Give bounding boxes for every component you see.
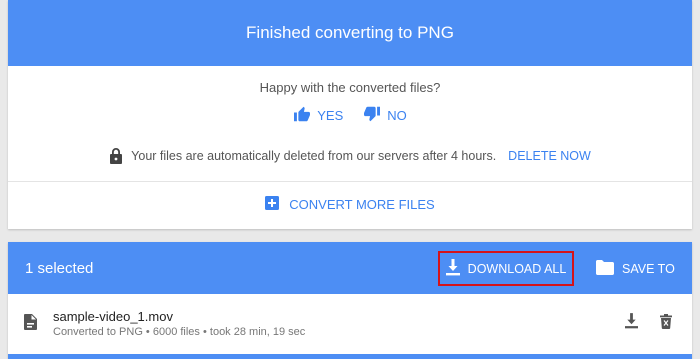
no-button[interactable]: NO <box>363 106 407 125</box>
auto-delete-notice: Your files are automatically deleted fro… <box>8 147 692 164</box>
file-icon <box>24 314 37 335</box>
no-label: NO <box>387 108 407 123</box>
folder-icon <box>596 259 614 278</box>
feedback-question: Happy with the converted files? <box>259 80 441 95</box>
trash-icon[interactable] <box>660 314 672 334</box>
plus-box-icon <box>265 196 280 213</box>
result-title: Finished converting to PNG <box>246 23 454 42</box>
files-card: 1 selected DOWNLOAD ALL SAVE TO sample-v… <box>8 242 692 359</box>
conversion-result-card: Finished converting to PNG Happy with th… <box>8 0 692 229</box>
convert-more-files-button[interactable]: CONVERT MORE FILES <box>8 196 692 213</box>
download-icon <box>445 258 460 279</box>
feedback-buttons: YES NO <box>8 106 692 125</box>
save-to-button[interactable]: SAVE TO <box>596 251 675 286</box>
file-meta: Converted to PNG • 6000 files • took 28 … <box>53 326 306 338</box>
thumb-down-icon <box>363 106 381 125</box>
delete-now-link[interactable]: DELETE NOW <box>508 149 591 163</box>
lock-icon <box>109 147 123 164</box>
thumb-up-icon <box>293 106 311 125</box>
convert-more-label: CONVERT MORE FILES <box>289 197 435 212</box>
bottom-accent-strip <box>8 354 692 359</box>
save-to-label: SAVE TO <box>622 261 675 276</box>
result-header: Finished converting to PNG <box>8 0 692 66</box>
divider <box>8 181 692 182</box>
selection-toolbar: 1 selected DOWNLOAD ALL SAVE TO <box>8 242 692 294</box>
download-all-label: DOWNLOAD ALL <box>467 261 567 276</box>
yes-label: YES <box>317 108 344 123</box>
notice-text: Your files are automatically deleted fro… <box>131 148 497 163</box>
file-name: sample-video_1.mov <box>53 309 173 324</box>
yes-button[interactable]: YES <box>293 106 343 125</box>
selected-count: 1 selected <box>25 259 94 277</box>
download-all-button[interactable]: DOWNLOAD ALL <box>438 251 574 286</box>
file-row[interactable]: sample-video_1.mov Converted to PNG • 60… <box>8 294 692 352</box>
download-icon[interactable] <box>625 313 638 334</box>
